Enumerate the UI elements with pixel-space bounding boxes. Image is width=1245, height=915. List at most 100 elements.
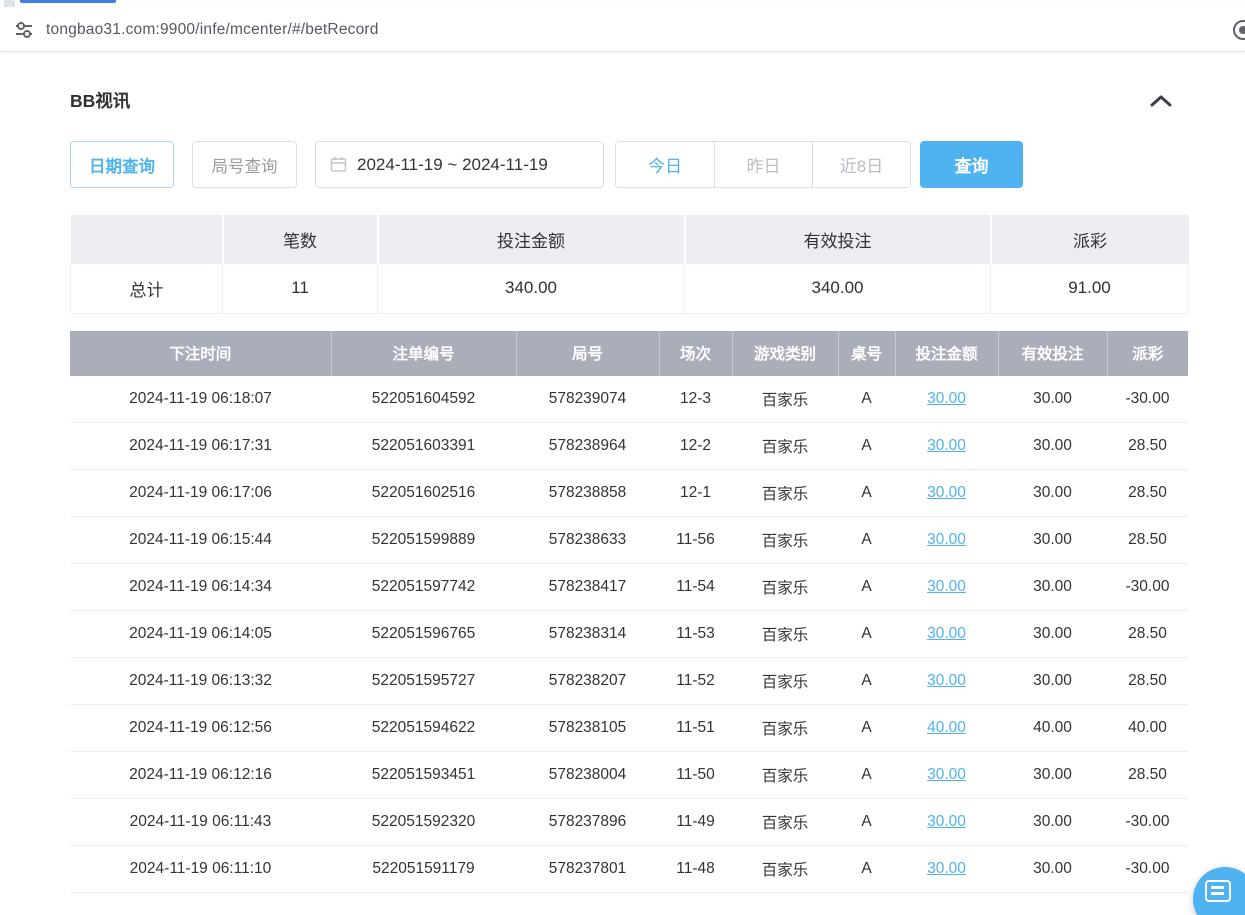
column-header: 游戏类别 [732,331,838,376]
table-row: 2024-11-19 06:11:43522051592320578237896… [70,799,1188,846]
cell-round-id: 578238314 [516,611,659,658]
cell-session: 11-51 [659,705,732,752]
cell-table-no: A [838,611,895,658]
cell-order-id: 522051597742 [331,564,516,611]
cell-valid-bet: 30.00 [998,799,1107,846]
cell-valid-bet: 30.00 [998,470,1107,517]
cell-session: 11-56 [659,517,732,564]
quick-range-group: 今日昨日近8日 [615,141,911,188]
cell-payout: 28.50 [1107,658,1188,705]
cell-valid-bet: 30.00 [998,517,1107,564]
cell-bet-time: 2024-11-19 06:13:32 [70,658,331,705]
calendar-icon [330,156,347,173]
browser-tab-strip [0,0,1245,8]
cell-round-id: 578238633 [516,517,659,564]
cell-order-id: 522051603391 [331,423,516,470]
quick-range-button[interactable]: 近8日 [812,142,910,187]
cell-bet-time: 2024-11-19 06:14:05 [70,611,331,658]
cell-round-id: 578239074 [516,376,659,423]
cell-round-id: 578238417 [516,564,659,611]
bet-amount-link[interactable]: 30.00 [927,437,966,454]
quick-range-button[interactable]: 今日 [616,142,714,187]
date-range-picker[interactable]: 2024-11-19 ~ 2024-11-19 [315,141,604,188]
summary-header-row: 笔数 投注金额 有效投注 派彩 [71,215,1189,264]
browser-extension-icon[interactable] [1233,20,1245,40]
cell-bet-amount: 30.00 [895,611,998,658]
search-button[interactable]: 查询 [920,141,1023,188]
cell-valid-bet: 30.00 [998,564,1107,611]
cell-session: 12-1 [659,470,732,517]
cell-game-type: 百家乐 [732,752,838,799]
cell-game-type: 百家乐 [732,423,838,470]
column-header: 投注金额 [895,331,998,376]
cell-bet-time: 2024-11-19 06:18:07 [70,376,331,423]
cell-bet-time: 2024-11-19 06:15:44 [70,517,331,564]
cell-bet-amount: 30.00 [895,752,998,799]
cell-valid-bet: 40.00 [998,705,1107,752]
cell-game-type: 百家乐 [732,611,838,658]
cell-payout: 28.50 [1107,611,1188,658]
round-query-tab[interactable]: 局号查询 [192,141,297,188]
cell-game-type: 百家乐 [732,564,838,611]
filter-toolbar: 日期查询 局号查询 2024-11-19 ~ 2024-11-19 今日昨日近8… [70,141,1188,188]
cell-order-id: 522051596765 [331,611,516,658]
cell-bet-amount: 30.00 [895,423,998,470]
summary-valid-bet-value: 340.00 [685,264,991,313]
cell-table-no: A [838,752,895,799]
browser-url-bar: tongbao31.com:9900/infe/mcenter/#/betRec… [0,8,1245,52]
cell-game-type: 百家乐 [732,470,838,517]
cell-table-no: A [838,705,895,752]
date-range-value: 2024-11-19 ~ 2024-11-19 [357,155,548,175]
bet-record-table: 下注时间注单编号局号场次游戏类别桌号投注金额有效投注派彩 2024-11-19 … [70,331,1188,894]
cell-bet-time: 2024-11-19 06:11:43 [70,799,331,846]
cell-order-id: 522051591179 [331,846,516,893]
url-text[interactable]: tongbao31.com:9900/infe/mcenter/#/betRec… [46,21,379,39]
cell-round-id: 578238858 [516,470,659,517]
summary-header-count: 笔数 [223,215,378,264]
bet-amount-link[interactable]: 30.00 [927,531,966,548]
table-row: 2024-11-19 06:15:44522051599889578238633… [70,517,1188,564]
column-header: 注单编号 [331,331,516,376]
cell-table-no: A [838,799,895,846]
bet-amount-link[interactable]: 30.00 [927,390,966,407]
cell-table-no: A [838,564,895,611]
cell-order-id: 522051592320 [331,799,516,846]
cell-bet-amount: 30.00 [895,470,998,517]
cell-game-type: 百家乐 [732,376,838,423]
cell-bet-amount: 30.00 [895,846,998,893]
active-tab-indicator [20,0,116,3]
summary-total-row: 总计 11 340.00 340.00 91.00 [71,264,1189,313]
collapse-section-button[interactable] [1148,92,1174,110]
table-row: 2024-11-19 06:14:34522051597742578238417… [70,564,1188,611]
date-query-tab[interactable]: 日期查询 [70,141,174,188]
summary-total-label: 总计 [71,264,223,313]
customer-service-icon [1205,880,1231,902]
cell-table-no: A [838,658,895,705]
bet-amount-link[interactable]: 30.00 [927,625,966,642]
site-settings-icon[interactable] [14,20,34,40]
quick-range-button[interactable]: 昨日 [714,142,812,187]
column-header: 桌号 [838,331,895,376]
cell-payout: 28.50 [1107,517,1188,564]
bet-amount-link[interactable]: 30.00 [927,578,966,595]
section-header: BB视讯 [70,88,1188,113]
cell-bet-time: 2024-11-19 06:12:56 [70,705,331,752]
table-row: 2024-11-19 06:14:05522051596765578238314… [70,611,1188,658]
bet-amount-link[interactable]: 30.00 [927,860,966,877]
bet-amount-link[interactable]: 30.00 [927,484,966,501]
cell-order-id: 522051602516 [331,470,516,517]
cell-session: 11-49 [659,799,732,846]
cell-bet-amount: 30.00 [895,799,998,846]
summary-table: 笔数 投注金额 有效投注 派彩 总计 11 340.00 340.00 91.0… [70,215,1189,314]
bet-amount-link[interactable]: 30.00 [927,813,966,830]
bet-amount-link[interactable]: 40.00 [927,719,966,736]
summary-header-payout: 派彩 [991,215,1189,264]
cell-table-no: A [838,846,895,893]
bet-amount-link[interactable]: 30.00 [927,766,966,783]
column-header: 派彩 [1107,331,1188,376]
cell-payout: 28.50 [1107,423,1188,470]
bet-amount-link[interactable]: 30.00 [927,672,966,689]
cell-session: 11-50 [659,752,732,799]
column-header: 局号 [516,331,659,376]
cell-game-type: 百家乐 [732,846,838,893]
